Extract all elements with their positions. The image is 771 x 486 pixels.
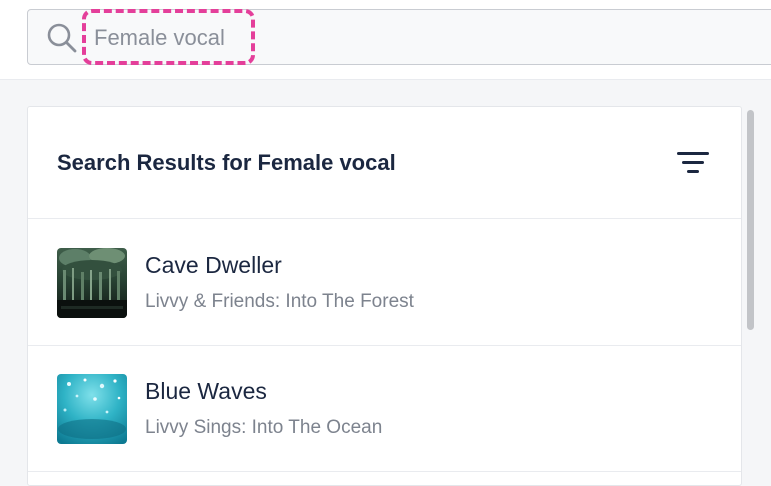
results-title: Search Results for Female vocal <box>57 150 396 175</box>
scrollbar-thumb[interactable] <box>747 110 754 330</box>
forest-cave-artwork[interactable] <box>57 248 127 318</box>
result-list: Cave Dweller Livvy & Friends: Into The F… <box>28 220 741 472</box>
search-results-panel: Search Results for Female vocal Cave Dwe… <box>27 106 742 486</box>
ocean-water-artwork[interactable] <box>57 374 127 444</box>
top-bar <box>0 0 771 80</box>
results-scrollbar[interactable] <box>745 106 757 469</box>
search-box[interactable] <box>27 9 771 65</box>
results-header: Search Results for Female vocal <box>28 107 741 219</box>
track-title[interactable]: Blue Waves <box>145 378 267 405</box>
result-item[interactable]: Blue Waves Livvy Sings: Into The Ocean <box>28 346 741 472</box>
track-title[interactable]: Cave Dweller <box>145 252 282 279</box>
track-subtitle: Livvy Sings: Into The Ocean <box>145 417 383 438</box>
result-item[interactable]: Cave Dweller Livvy & Friends: Into The F… <box>28 220 741 346</box>
search-input[interactable] <box>94 24 394 52</box>
track-subtitle: Livvy & Friends: Into The Forest <box>145 291 414 312</box>
filter-icon[interactable] <box>676 149 710 177</box>
search-icon[interactable] <box>46 22 78 54</box>
